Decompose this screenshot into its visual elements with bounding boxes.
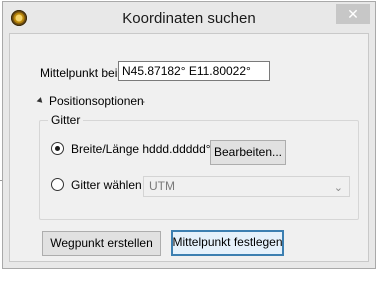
latlon-radio-label[interactable]: Breite/Länge hddd.ddddd°: [71, 142, 211, 156]
set-center-button[interactable]: Mittelpunkt festlegen: [171, 230, 284, 256]
choose-grid-radio[interactable]: [51, 178, 64, 191]
grid-group-legend: Gitter: [48, 113, 84, 127]
center-coordinate-input[interactable]: [118, 61, 270, 81]
dialog-content: Mittelpunkt bei Positionsoptionen - Gitt…: [9, 33, 369, 262]
close-button[interactable]: ✕: [336, 4, 370, 24]
coordinate-search-dialog: Koordinaten suchen ✕ Mittelpunkt bei Pos…: [2, 1, 376, 269]
latlon-radio[interactable]: [51, 142, 64, 155]
expand-triangle-icon: [36, 97, 45, 105]
position-options-separator: -: [141, 94, 145, 108]
grid-select[interactable]: UTM ⌄: [143, 176, 350, 197]
position-options-toggle[interactable]: Positionsoptionen: [36, 94, 144, 108]
chevron-down-icon: ⌄: [333, 182, 343, 194]
window-title: Koordinaten suchen: [122, 10, 256, 27]
title-bar: Koordinaten suchen ✕: [3, 2, 375, 33]
edit-button[interactable]: Bearbeiten...: [210, 140, 286, 165]
grid-group: Gitter Breite/Länge hddd.ddddd° Bearbeit…: [39, 113, 359, 220]
center-label: Mittelpunkt bei: [40, 66, 118, 80]
position-options-label: Positionsoptionen: [49, 94, 144, 108]
grid-select-value: UTM: [149, 179, 175, 193]
choose-grid-radio-label[interactable]: Gitter wählen: [71, 178, 142, 192]
create-waypoint-button[interactable]: Wegpunkt erstellen: [42, 231, 161, 256]
